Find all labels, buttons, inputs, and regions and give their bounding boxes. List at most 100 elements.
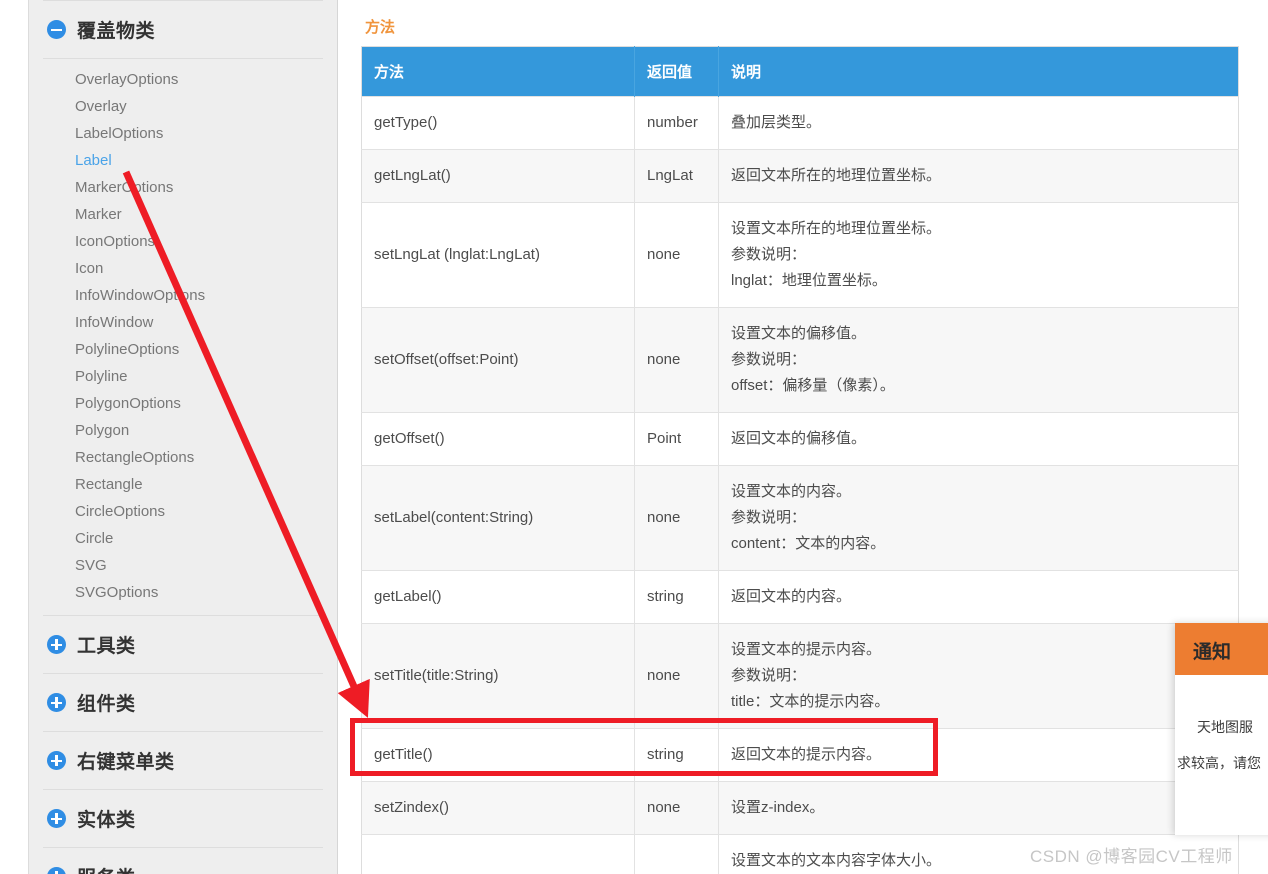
table-row: setLngLat (lnglat:LngLat) none 设置文本所在的地理位置… [361, 202, 1239, 308]
sidebar-item-rectangleoptions[interactable]: RectangleOptions [29, 444, 337, 471]
sidebar-item-overlay[interactable]: Overlay [29, 93, 337, 120]
notification-title: 通知 [1175, 623, 1268, 675]
plus-circle-icon[interactable] [47, 693, 66, 712]
sidebar-item-label[interactable]: Label [29, 147, 337, 174]
cell-method: getLngLat() [361, 149, 635, 203]
cell-method: setZindex() [361, 781, 635, 835]
cell-return-value: Point [634, 412, 719, 466]
cell-return-value: string [634, 570, 719, 624]
plus-circle-icon[interactable] [47, 867, 66, 874]
sidebar-group-label: 实体类 [77, 810, 136, 831]
sidebar-group-label: 右键菜单类 [77, 752, 175, 773]
table-row: getOffset() Point 返回文本的偏移值。 [361, 412, 1239, 466]
notification-line-1: 天地图服 [1197, 719, 1253, 735]
cell-method: setOffset(offset:Point) [361, 307, 635, 413]
description-line: 设置文本所在的地理位置坐标。 [731, 220, 942, 237]
table-head: 方法 返回值 说明 [361, 46, 1239, 97]
description-line: 叠加层类型。 [731, 114, 822, 131]
description-line: content：文本的内容。 [731, 535, 886, 552]
cell-method: setLabel(content:String) [361, 465, 635, 571]
table-body: getType() number 叠加层类型。 getLngLat() LngLat 返回… [361, 96, 1239, 874]
description-line: 参数说明： [731, 351, 807, 368]
sidebar-item-list: OverlayOptions Overlay LabelOptions Label Ma… [29, 59, 337, 615]
sidebar-group-0[interactable]: 覆盖物类 [29, 1, 337, 58]
notification-line-2: 求较高，请您 [1177, 755, 1261, 771]
cell-method: getTitle() [361, 728, 635, 782]
plus-circle-icon[interactable] [47, 635, 66, 654]
sidebar: 覆盖物类 OverlayOptions Overlay LabelOptions Lab… [28, 0, 338, 874]
cell-return-value: none [634, 202, 719, 308]
description-line: 返回文本所在的地理位置坐标。 [731, 167, 942, 184]
sidebar-group-1[interactable]: 工具类 [29, 616, 337, 673]
sidebar-item-circle[interactable]: Circle [29, 525, 337, 552]
sidebar-item-icon[interactable]: Icon [29, 255, 337, 282]
sidebar-item-markeroptions[interactable]: MarkerOptions [29, 174, 337, 201]
cell-description: 设置文本的内容。 参数说明： content：文本的内容。 [718, 465, 1239, 571]
cell-method: getOffset() [361, 412, 635, 466]
cell-method: setFontSize (size:number) [361, 834, 635, 874]
page-root: 覆盖物类 OverlayOptions Overlay LabelOptions Lab… [0, 0, 1268, 874]
cell-return-value: none [634, 465, 719, 571]
main-content: 方法 方法 返回值 说明 getType() number 叠加层类型。 getLng… [361, 0, 1239, 874]
table-row: setTitle(title:String) none 设置文本的提示内容。 参数说明… [361, 623, 1239, 729]
cell-return-value: none [634, 781, 719, 835]
table-header-row: 方法 返回值 说明 [361, 46, 1239, 97]
notification-panel[interactable]: 通知 天地图服 求较高，请您 [1175, 623, 1268, 835]
description-line: 返回文本的偏移值。 [731, 430, 867, 447]
description-line: 设置z-index。 [731, 799, 825, 816]
notification-body: 天地图服 求较高，请您 [1175, 675, 1268, 835]
sidebar-item-polygonoptions[interactable]: PolygonOptions [29, 390, 337, 417]
table-row: getTitle() string 返回文本的提示内容。 [361, 728, 1239, 782]
plus-circle-icon[interactable] [47, 751, 66, 770]
cell-description: 叠加层类型。 [718, 96, 1239, 150]
sidebar-item-iconoptions[interactable]: IconOptions [29, 228, 337, 255]
cell-description: 返回文本的提示内容。 [718, 728, 1239, 782]
cell-return-value: none [634, 307, 719, 413]
sidebar-item-overlayoptions[interactable]: OverlayOptions [29, 66, 337, 93]
cell-return-value: none [634, 623, 719, 729]
sidebar-item-infowindowoptions[interactable]: InfoWindowOptions [29, 282, 337, 309]
column-header-method[interactable]: 方法 [361, 46, 635, 97]
sidebar-group-2[interactable]: 组件类 [29, 674, 337, 731]
cell-return-value: none [634, 834, 719, 874]
sidebar-item-polyline[interactable]: Polyline [29, 363, 337, 390]
sidebar-group-5[interactable]: 服务类 [29, 848, 337, 874]
sidebar-item-svgoptions[interactable]: SVGOptions [29, 579, 337, 606]
description-line: 参数说明： [731, 667, 807, 684]
column-header-return[interactable]: 返回值 [634, 46, 719, 97]
cell-return-value: LngLat [634, 149, 719, 203]
sidebar-item-rectangle[interactable]: Rectangle [29, 471, 337, 498]
cell-return-value: number [634, 96, 719, 150]
sidebar-item-marker[interactable]: Marker [29, 201, 337, 228]
table-row: setLabel(content:String) none 设置文本的内容。 参数说明… [361, 465, 1239, 571]
sidebar-group-label: 组件类 [77, 694, 136, 715]
sidebar-item-circleoptions[interactable]: CircleOptions [29, 498, 337, 525]
table-row: getType() number 叠加层类型。 [361, 96, 1239, 150]
cell-description: 返回文本的内容。 [718, 570, 1239, 624]
sidebar-group-3[interactable]: 右键菜单类 [29, 732, 337, 789]
sidebar-item-polygon[interactable]: Polygon [29, 417, 337, 444]
page-title: 方法 [365, 19, 396, 36]
sidebar-group-label: 服务类 [77, 863, 136, 874]
description-line: 返回文本的提示内容。 [731, 746, 882, 763]
minus-circle-icon[interactable] [47, 20, 66, 39]
description-line: 设置文本的偏移值。 [731, 325, 867, 342]
cell-method: getType() [361, 96, 635, 150]
cell-method: setLngLat (lnglat:LngLat) [361, 202, 635, 308]
sidebar-item-labeloptions[interactable]: LabelOptions [29, 120, 337, 147]
sidebar-item-polylineoptions[interactable]: PolylineOptions [29, 336, 337, 363]
table-row: getLngLat() LngLat 返回文本所在的地理位置坐标。 [361, 149, 1239, 203]
sidebar-group-4[interactable]: 实体类 [29, 790, 337, 847]
cell-description: 返回文本的偏移值。 [718, 412, 1239, 466]
cell-method: setTitle(title:String) [361, 623, 635, 729]
cell-method: getLabel() [361, 570, 635, 624]
cell-description: 设置文本所在的地理位置坐标。 参数说明： lnglat：地理位置坐标。 [718, 202, 1239, 308]
column-header-description[interactable]: 说明 [718, 46, 1239, 97]
methods-table: 方法 返回值 说明 getType() number 叠加层类型。 getLngLat… [361, 46, 1239, 874]
plus-circle-icon[interactable] [47, 809, 66, 828]
description-line: lnglat：地理位置坐标。 [731, 272, 887, 289]
sidebar-item-infowindow[interactable]: InfoWindow [29, 309, 337, 336]
sidebar-item-svg[interactable]: SVG [29, 552, 337, 579]
table-row: getLabel() string 返回文本的内容。 [361, 570, 1239, 624]
sidebar-group-label: 覆盖物类 [77, 21, 156, 42]
